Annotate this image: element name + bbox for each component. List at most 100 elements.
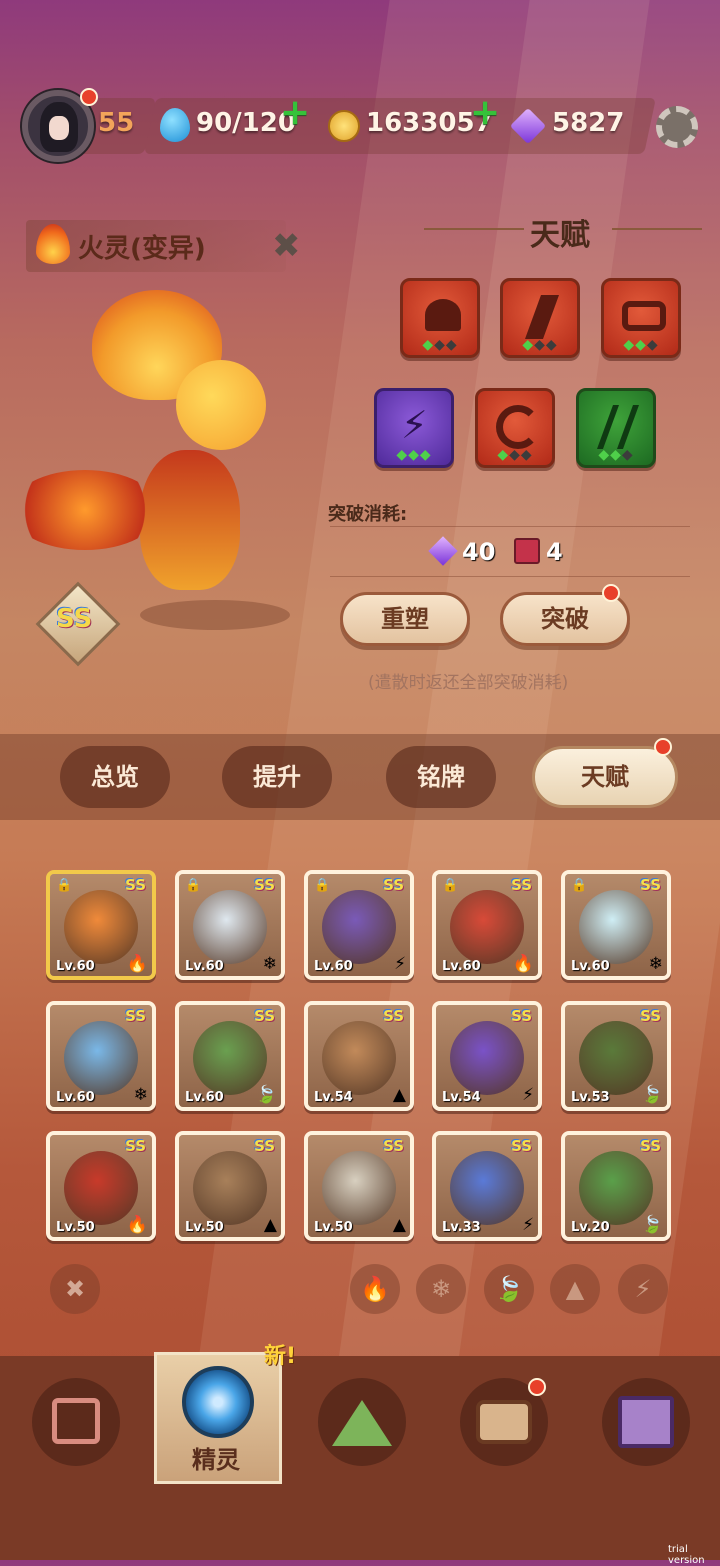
lock-icon: 🔒 bbox=[442, 878, 459, 893]
spirit-card[interactable]: SS Lv.60 ❄ bbox=[46, 1001, 156, 1111]
spirit-portrait bbox=[322, 1021, 396, 1095]
title-ornament-right bbox=[612, 228, 702, 230]
cost-item-value: 4 bbox=[546, 538, 563, 566]
card-level: Lv.54 bbox=[314, 1090, 353, 1105]
clear-filter-icon[interactable]: ✖ bbox=[50, 1264, 100, 1314]
card-grade: SS bbox=[511, 1137, 532, 1155]
reset-button[interactable]: 重塑 bbox=[340, 592, 470, 646]
card-element-icon: ❄ bbox=[133, 1085, 148, 1105]
tab-overview[interactable]: 总览 bbox=[60, 746, 170, 808]
spirit-portrait bbox=[64, 1151, 138, 1225]
settings-gear-icon[interactable] bbox=[656, 106, 698, 148]
card-element-icon: ▲ bbox=[392, 1085, 406, 1105]
spirit-card[interactable]: 🔒 SS Lv.60 ❄ bbox=[175, 870, 285, 980]
chest-notification-dot bbox=[528, 1378, 546, 1396]
filter-earth-icon[interactable]: ▲ bbox=[550, 1264, 600, 1314]
divider bbox=[330, 576, 690, 577]
spirit-card[interactable]: 🔒 SS Lv.60 🔥 bbox=[46, 870, 156, 980]
talent-tab-notification-dot bbox=[654, 738, 672, 756]
card-level: Lv.53 bbox=[571, 1090, 610, 1105]
new-badge: 新! bbox=[264, 1344, 297, 1369]
filter-leaf-icon[interactable]: 🍃 bbox=[484, 1264, 534, 1314]
nav-terminal-icon[interactable] bbox=[32, 1378, 120, 1466]
breakthrough-notification-dot bbox=[602, 584, 620, 602]
avatar-notification-dot bbox=[80, 88, 98, 106]
spirit-card[interactable]: SS Lv.50 🔥 bbox=[46, 1131, 156, 1241]
card-element-icon: 🔥 bbox=[512, 954, 534, 974]
card-grade: SS bbox=[254, 1007, 275, 1025]
spirit-name: 火灵(变异) bbox=[78, 234, 206, 264]
card-grade: SS bbox=[254, 876, 275, 894]
talent-slash-icon[interactable]: ◆◆◆ bbox=[500, 278, 580, 358]
card-element-icon: 🍃 bbox=[641, 1215, 663, 1235]
spirit-card[interactable]: SS Lv.54 ▲ bbox=[304, 1001, 414, 1111]
talent-vortex-icon[interactable]: ◆◆◆ bbox=[475, 388, 555, 468]
tab-nameplate[interactable]: 铭牌 bbox=[386, 746, 496, 808]
card-level: Lv.50 bbox=[56, 1220, 95, 1235]
spirit-card[interactable]: 🔒 SS Lv.60 ❄ bbox=[561, 870, 671, 980]
talent-broken-heart-icon[interactable]: ◆◆◆ bbox=[400, 278, 480, 358]
add-energy-button[interactable]: + bbox=[280, 92, 310, 133]
fire-spirit-face bbox=[176, 360, 266, 450]
spirit-card[interactable]: SS Lv.50 ▲ bbox=[175, 1131, 285, 1241]
filter-ice-icon[interactable]: ❄ bbox=[416, 1264, 466, 1314]
card-level: Lv.20 bbox=[571, 1220, 610, 1235]
spirit-portrait bbox=[193, 1021, 267, 1095]
spirit-card[interactable]: SS Lv.33 ⚡ bbox=[432, 1131, 542, 1241]
spirit-portrait bbox=[193, 1151, 267, 1225]
talent-claw-icon[interactable]: ◆◆◆ bbox=[576, 388, 656, 468]
nav-map-pin-icon[interactable] bbox=[602, 1378, 690, 1466]
card-grade: SS bbox=[511, 1007, 532, 1025]
spirit-card[interactable]: SS Lv.60 🍃 bbox=[175, 1001, 285, 1111]
tab-talent[interactable]: 天赋 bbox=[532, 746, 678, 808]
card-element-icon: ⚡ bbox=[522, 1215, 534, 1235]
card-level: Lv.33 bbox=[442, 1220, 481, 1235]
spirit-portrait bbox=[450, 1021, 524, 1095]
spirit-portrait bbox=[450, 890, 524, 964]
card-element-icon: ❄ bbox=[648, 954, 663, 974]
spirit-portrait bbox=[579, 1151, 653, 1225]
lock-icon: 🔒 bbox=[56, 878, 73, 893]
card-level: Lv.60 bbox=[56, 959, 95, 974]
card-element-icon: ⚡ bbox=[394, 954, 406, 974]
card-level: Lv.60 bbox=[56, 1090, 95, 1105]
card-level: Lv.60 bbox=[571, 959, 610, 974]
card-level: Lv.60 bbox=[185, 1090, 224, 1105]
card-element-icon: ▲ bbox=[263, 1215, 277, 1235]
nav-mountain-icon[interactable] bbox=[318, 1378, 406, 1466]
lock-icon: 🔒 bbox=[185, 878, 202, 893]
talent-fang-icon[interactable]: ◆◆◆ bbox=[601, 278, 681, 358]
card-level: Lv.60 bbox=[442, 959, 481, 974]
talent-lightning-icon[interactable]: ⚡ ◆◆◆ bbox=[374, 388, 454, 468]
spirit-card[interactable]: SS Lv.20 🍃 bbox=[561, 1131, 671, 1241]
spirit-portrait bbox=[322, 890, 396, 964]
gem-value: 5827 bbox=[552, 108, 625, 138]
spirit-card[interactable]: SS Lv.54 ⚡ bbox=[432, 1001, 542, 1111]
spirit-card[interactable]: 🔒 SS Lv.60 🔥 bbox=[432, 870, 542, 980]
spirit-card[interactable]: SS Lv.50 ▲ bbox=[304, 1131, 414, 1241]
card-level: Lv.60 bbox=[314, 959, 353, 974]
spirit-card[interactable]: 🔒 SS Lv.60 ⚡ bbox=[304, 870, 414, 980]
cost-gem-value: 40 bbox=[462, 538, 496, 566]
spirit-portrait bbox=[322, 1151, 396, 1225]
card-grade: SS bbox=[640, 876, 661, 894]
divider bbox=[330, 526, 690, 527]
close-icon[interactable]: ✖ bbox=[272, 226, 301, 266]
lock-icon: 🔒 bbox=[314, 878, 331, 893]
card-element-icon: 🍃 bbox=[641, 1085, 663, 1105]
tab-upgrade[interactable]: 提升 bbox=[222, 746, 332, 808]
cost-book-icon bbox=[514, 538, 540, 564]
spirit-portrait bbox=[450, 1151, 524, 1225]
filter-lightning-icon[interactable]: ⚡ bbox=[618, 1264, 668, 1314]
card-element-icon: ▲ bbox=[392, 1215, 406, 1235]
add-coins-button[interactable]: + bbox=[470, 92, 500, 133]
spirit-card[interactable]: SS Lv.53 🍃 bbox=[561, 1001, 671, 1111]
card-level: Lv.50 bbox=[185, 1220, 224, 1235]
card-grade: SS bbox=[383, 876, 404, 894]
card-grade: SS bbox=[383, 1137, 404, 1155]
card-grade: SS bbox=[125, 1007, 146, 1025]
spirit-portrait bbox=[64, 1021, 138, 1095]
filter-fire-icon[interactable]: 🔥 bbox=[350, 1264, 400, 1314]
spirit-portrait bbox=[193, 890, 267, 964]
spirit-portrait bbox=[64, 890, 138, 964]
